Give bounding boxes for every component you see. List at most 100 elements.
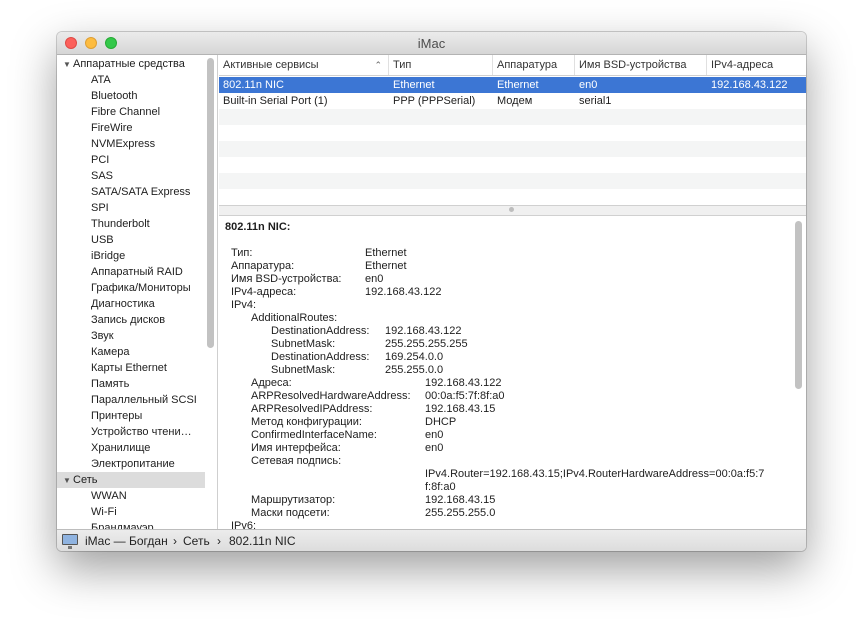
sort-ascending-icon: ⌃ bbox=[374, 60, 382, 70]
table-cell: Ethernet bbox=[393, 79, 435, 91]
sidebar-item[interactable]: Электропитание bbox=[57, 456, 205, 472]
sidebar-item[interactable]: Аппаратный RAID bbox=[57, 264, 205, 280]
sidebar-item[interactable]: Диагностика bbox=[57, 296, 205, 312]
sidebar-item[interactable]: Карты Ethernet bbox=[57, 360, 205, 376]
column-header-type[interactable]: Тип bbox=[389, 55, 493, 75]
breadcrumb-item[interactable]: 802.11n NIC bbox=[229, 534, 296, 548]
breadcrumb-section[interactable]: Сеть bbox=[183, 534, 210, 548]
detail-value: 255.255.255.255 bbox=[385, 338, 468, 350]
detail-label: AdditionalRoutes: bbox=[251, 312, 338, 324]
detail-value: 192.168.43.15 bbox=[425, 403, 496, 415]
sidebar-item[interactable]: Звук bbox=[57, 328, 205, 344]
detail-value: Ethernet bbox=[365, 260, 407, 272]
disclosure-triangle-icon[interactable]: ▼ bbox=[63, 473, 73, 488]
sidebar-group-network[interactable]: ▼ Сеть bbox=[57, 472, 205, 488]
imac-icon bbox=[62, 534, 78, 549]
sidebar-group-hardware[interactable]: ▼ Аппаратные средства bbox=[57, 56, 205, 72]
sidebar-item[interactable]: WWAN bbox=[57, 488, 205, 504]
sidebar-item[interactable]: NVMExpress bbox=[57, 136, 205, 152]
detail-label: Адреса: bbox=[251, 377, 292, 389]
sidebar-item[interactable]: Брандмауэр bbox=[57, 520, 205, 529]
detail-value: en0 bbox=[425, 442, 444, 454]
sidebar-item[interactable]: SATA/SATA Express bbox=[57, 184, 205, 200]
sidebar-divider[interactable] bbox=[217, 55, 218, 529]
table-cell: 802.11n NIC bbox=[223, 79, 284, 91]
detail-label: DestinationAddress: bbox=[271, 351, 370, 363]
sidebar-item[interactable]: FireWire bbox=[57, 120, 205, 136]
sidebar-item[interactable]: SAS bbox=[57, 168, 205, 184]
detail-value: Ethernet bbox=[365, 247, 407, 259]
column-header-hardware[interactable]: Аппаратура bbox=[493, 55, 575, 75]
sidebar-item[interactable]: ATA bbox=[57, 72, 205, 88]
table-row[interactable]: 802.11n NIC Ethernet Ethernet en0 192.16… bbox=[219, 77, 806, 93]
breadcrumb-computer[interactable]: iMac — Богдан bbox=[85, 534, 168, 548]
detail-label: Тип: bbox=[231, 247, 253, 259]
detail-value: DHCP bbox=[425, 416, 457, 428]
sidebar-item[interactable]: Память bbox=[57, 376, 205, 392]
sidebar-item[interactable]: Камера bbox=[57, 344, 205, 360]
path-bar: iMac — Богдан › Сеть › 802.11n NIC bbox=[57, 529, 806, 551]
table-cell: Модем bbox=[497, 95, 533, 107]
detail-value: 192.168.43.122 bbox=[425, 377, 502, 389]
detail-value: 255.255.255.0 bbox=[425, 507, 496, 519]
detail-label: ARPResolvedIPAddress: bbox=[251, 403, 373, 415]
services-table: Активные сервисы ⌃ Тип Аппаратура Имя BSD… bbox=[219, 55, 806, 205]
sidebar: ▼ Аппаратные средства ATA Bluetooth Fibre… bbox=[57, 55, 205, 529]
sidebar-item[interactable]: Запись дисков bbox=[57, 312, 205, 328]
detail-label: IPv6: bbox=[231, 520, 257, 529]
detail-value: IPv4.Router=192.168.43.15;IPv4.RouterHar… bbox=[425, 468, 765, 480]
empty-row bbox=[219, 157, 806, 173]
detail-scrollbar[interactable] bbox=[795, 221, 802, 389]
empty-row bbox=[219, 109, 806, 125]
sidebar-scrollbar[interactable] bbox=[207, 58, 214, 348]
table-cell: PPP (PPPSerial) bbox=[393, 95, 476, 107]
system-information-window: iMac ▼ Аппаратные средства ATA Bluetooth … bbox=[57, 32, 806, 551]
detail-value: 192.168.43.122 bbox=[365, 286, 442, 298]
detail-label: Имя BSD-устройства: bbox=[231, 273, 342, 285]
sidebar-item[interactable]: Bluetooth bbox=[57, 88, 205, 104]
empty-row bbox=[219, 141, 806, 157]
table-row[interactable]: Built-in Serial Port (1) PPP (PPPSerial)… bbox=[219, 93, 806, 109]
column-header-services[interactable]: Активные сервисы ⌃ bbox=[219, 55, 389, 75]
detail-label: SubnetMask: bbox=[271, 338, 336, 350]
sidebar-item[interactable]: iBridge bbox=[57, 248, 205, 264]
detail-label: ConfirmedInterfaceName: bbox=[251, 429, 377, 441]
detail-label: IPv4: bbox=[231, 299, 257, 311]
sidebar-item[interactable]: Принтеры bbox=[57, 408, 205, 424]
detail-value: en0 bbox=[365, 273, 384, 285]
detail-title: 802.11n NIC: bbox=[225, 221, 291, 233]
empty-row bbox=[219, 189, 806, 205]
sidebar-item[interactable]: Thunderbolt bbox=[57, 216, 205, 232]
splitter-handle-icon[interactable] bbox=[509, 207, 514, 212]
sidebar-item[interactable]: Хранилище bbox=[57, 440, 205, 456]
sidebar-item[interactable]: Графика/Мониторы bbox=[57, 280, 205, 296]
sidebar-item[interactable]: Wi-Fi bbox=[57, 504, 205, 520]
detail-pane: 802.11n NIC: Тип: Ethernet Аппаратура: E… bbox=[219, 215, 806, 529]
detail-label: ARPResolvedHardwareAddress: bbox=[251, 390, 411, 402]
table-header: Активные сервисы ⌃ Тип Аппаратура Имя BSD… bbox=[219, 55, 806, 76]
column-header-ipv4[interactable]: IPv4-адреса bbox=[707, 55, 806, 75]
detail-label: SubnetMask: bbox=[271, 364, 336, 376]
detail-label: Сетевая подпись: bbox=[251, 455, 342, 467]
sidebar-item[interactable]: USB bbox=[57, 232, 205, 248]
detail-value: 255.255.0.0 bbox=[385, 364, 444, 376]
detail-value: en0 bbox=[425, 429, 444, 441]
disclosure-triangle-icon[interactable]: ▼ bbox=[63, 57, 73, 72]
detail-label: Аппаратура: bbox=[231, 260, 295, 272]
table-cell: serial1 bbox=[579, 95, 612, 107]
table-cell: en0 bbox=[579, 79, 598, 91]
sidebar-item[interactable]: SPI bbox=[57, 200, 205, 216]
detail-value: f:8f:a0 bbox=[425, 481, 456, 493]
empty-row bbox=[219, 173, 806, 189]
sidebar-item[interactable]: PCI bbox=[57, 152, 205, 168]
sidebar-item[interactable]: Fibre Channel bbox=[57, 104, 205, 120]
sidebar-item[interactable]: Устройство чтени… bbox=[57, 424, 205, 440]
detail-label: DestinationAddress: bbox=[271, 325, 370, 337]
window-title: iMac bbox=[417, 36, 446, 51]
table-cell: Ethernet bbox=[497, 79, 539, 91]
table-cell: Built-in Serial Port (1) bbox=[223, 95, 328, 107]
sidebar-item[interactable]: Параллельный SCSI bbox=[57, 392, 205, 408]
detail-label: Метод конфигурации: bbox=[251, 416, 362, 428]
column-header-bsd-name[interactable]: Имя BSD-устройства bbox=[575, 55, 707, 75]
detail-value: 192.168.43.15 bbox=[425, 494, 496, 506]
